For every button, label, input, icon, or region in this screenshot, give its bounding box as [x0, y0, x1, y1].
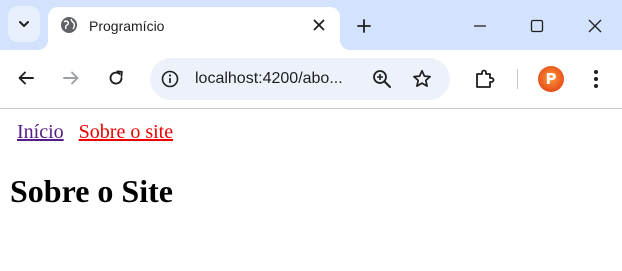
- maximize-button[interactable]: [523, 12, 551, 40]
- chevron-down-icon: [19, 21, 29, 27]
- plus-icon: [357, 19, 371, 33]
- minimize-button[interactable]: [466, 12, 494, 40]
- tab-close-button[interactable]: [310, 16, 328, 34]
- new-tab-button[interactable]: [352, 14, 376, 38]
- address-bar[interactable]: localhost:4200/abo...: [150, 58, 450, 100]
- reload-button[interactable]: [102, 64, 130, 92]
- zoom-button[interactable]: [372, 69, 392, 89]
- page-viewport: Início Sobre o site Sobre o Site: [0, 109, 622, 271]
- arrow-right-icon: [63, 71, 79, 85]
- extensions-button[interactable]: [472, 66, 498, 92]
- tab-strip: Programício: [0, 0, 622, 50]
- browser-toolbar: localhost:4200/abo... P: [0, 50, 622, 109]
- nav-link-sobre-o-site[interactable]: Sobre o site: [79, 121, 173, 143]
- close-icon: [588, 19, 602, 33]
- puzzle-icon: [476, 69, 495, 88]
- info-icon: [161, 70, 179, 88]
- site-info-button[interactable]: [160, 69, 180, 89]
- zoom-in-icon: [373, 70, 391, 88]
- tab-title: Programício: [89, 18, 165, 34]
- site-nav: Início Sobre o site: [17, 121, 173, 144]
- star-icon: [413, 69, 431, 87]
- browser-menu-button[interactable]: [586, 66, 606, 92]
- back-button[interactable]: [12, 64, 40, 92]
- nav-link-inicio[interactable]: Início: [17, 121, 64, 143]
- forward-button[interactable]: [57, 64, 85, 92]
- profile-avatar[interactable]: P: [538, 66, 564, 92]
- minimize-icon: [474, 25, 486, 27]
- window-close-button[interactable]: [581, 12, 609, 40]
- profile-initial: P: [545, 69, 557, 88]
- close-icon: [313, 19, 325, 31]
- more-vertical-icon: [594, 70, 598, 88]
- arrow-left-icon: [18, 71, 34, 85]
- browser-tab-active[interactable]: Programício: [48, 7, 340, 50]
- tab-search-button[interactable]: [8, 6, 40, 42]
- url-text[interactable]: localhost:4200/abo...: [195, 70, 343, 88]
- bookmark-button[interactable]: [411, 68, 433, 90]
- maximize-icon: [530, 19, 544, 33]
- page-title: Sobre o Site: [10, 173, 173, 209]
- globe-icon: [61, 17, 77, 33]
- reload-icon: [109, 70, 123, 85]
- toolbar-divider: [517, 69, 518, 89]
